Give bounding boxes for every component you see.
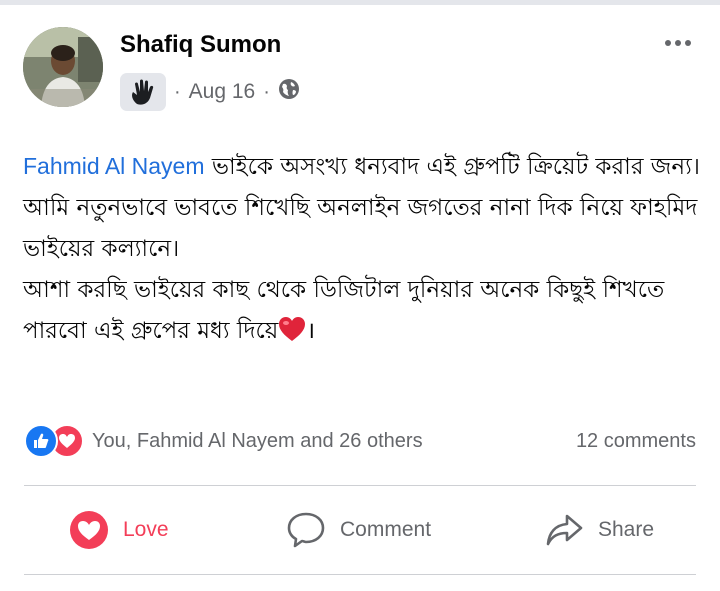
- like-reaction-icon: [24, 424, 58, 458]
- post-paragraph-1: Fahmid Al Nayem ভাইকে অসংখ্য ধন্যবাদ এই …: [23, 146, 703, 188]
- share-icon: [546, 514, 583, 546]
- comment-label: Comment: [340, 518, 432, 541]
- post-text-1: ভাইকে অসংখ্য ধন্যবাদ এই গ্রুপটি ক্রিয়েট…: [204, 154, 701, 180]
- reactions-summary[interactable]: You, Fahmid Al Nayem and 26 others: [24, 424, 423, 458]
- share-label: Share: [598, 518, 655, 541]
- post-meta: · Aug 16 ·: [120, 73, 300, 111]
- waving-hand-icon[interactable]: [120, 73, 166, 111]
- globe-icon: [278, 78, 300, 106]
- reactions-names[interactable]: You, Fahmid Al Nayem and 26 others: [92, 430, 423, 453]
- comments-count[interactable]: 12 comments: [576, 430, 696, 453]
- post-text-3-end: ।: [306, 318, 316, 344]
- share-button[interactable]: Share: [544, 487, 654, 573]
- post-text-3: আশা করছি ভাইয়ের কাছ থেকে ডিজিটাল দুনিয়…: [23, 277, 665, 344]
- meta-separator: ·: [263, 80, 270, 103]
- post-paragraph-3: আশা করছি ভাইয়ের কাছ থেকে ডিজিটাল দুনিয়…: [23, 270, 703, 356]
- top-strip: [0, 0, 720, 5]
- love-label: Love: [123, 518, 169, 541]
- divider: [24, 574, 696, 575]
- divider: [24, 485, 696, 486]
- avatar-photo: [23, 27, 103, 107]
- post-body: Fahmid Al Nayem ভাইকে অসংখ্য ধন্যবাদ এই …: [23, 146, 703, 356]
- post-date[interactable]: Aug 16: [189, 80, 256, 104]
- mention-link[interactable]: Fahmid Al Nayem: [23, 153, 205, 179]
- comment-icon: [287, 512, 325, 548]
- author-avatar[interactable]: [23, 27, 103, 107]
- heart-emoji-icon: [278, 315, 306, 356]
- post-paragraph-2: আমি নতুনভাবে ভাবতে শিখেছি অনলাইন জগতের ন…: [23, 195, 698, 262]
- love-button[interactable]: Love: [69, 487, 169, 573]
- more-options-icon[interactable]: [658, 28, 698, 58]
- love-icon: [70, 511, 108, 549]
- action-bar: Love Comment Share: [24, 487, 696, 573]
- comment-button[interactable]: Comment: [286, 487, 431, 573]
- meta-separator: ·: [174, 80, 181, 103]
- author-name[interactable]: Shafiq Sumon: [120, 31, 281, 59]
